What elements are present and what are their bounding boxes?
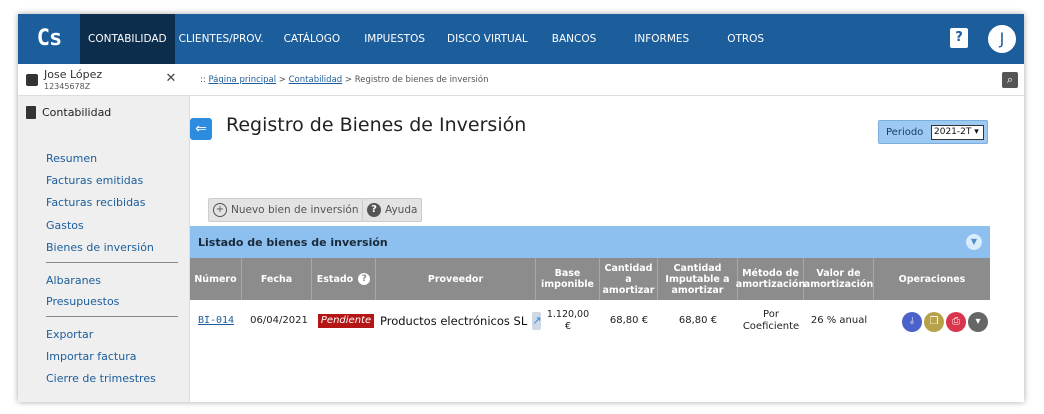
cell-valor: 26 % anual [810, 315, 868, 326]
help-label: Ayuda [385, 204, 418, 216]
nav-bancos[interactable]: BANCOS [540, 14, 623, 64]
breadcrumb-sep: > [276, 75, 289, 85]
nav-disco-virtual[interactable]: DISCO VIRTUAL [437, 14, 540, 64]
search-icon[interactable]: ⌕ [1002, 72, 1018, 88]
table-row: BI-014 06/04/2021 Pendiente Productos el… [190, 300, 990, 342]
cell-base: 1.120,00 € [546, 309, 590, 332]
new-asset-label: Nuevo bien de inversión [231, 204, 359, 216]
cell-proveedor: Productos electrónicos SL ↗ [376, 300, 542, 342]
nav-contabilidad[interactable]: CONTABILIDAD [80, 14, 175, 64]
period-label: Periodo [886, 127, 924, 138]
nav-catalogo[interactable]: CATÁLOGO [272, 14, 353, 64]
chevron-down-icon: ▾ [974, 127, 979, 137]
cell-imputable: 68,80 € [678, 315, 718, 326]
status-badge: Pendiente [317, 314, 375, 328]
sidebar-item-presupuestos[interactable]: Presupuestos [46, 295, 119, 308]
plus-circle-icon: + [213, 203, 227, 217]
sidebar-item-gastos[interactable]: Gastos [46, 219, 84, 232]
col-estado[interactable]: Estado? [312, 258, 376, 300]
col-metodo[interactable]: Método de amortización [736, 258, 805, 300]
sidebar-section-head: Contabilidad [26, 106, 111, 119]
user-box: Jose López 12345678Z ✕ [18, 64, 190, 96]
sidebar-item-albaranes[interactable]: Albaranes [46, 274, 101, 287]
copy-icon[interactable]: ❐ [924, 312, 944, 332]
document-icon [26, 106, 36, 119]
nav-otros[interactable]: OTROS [719, 14, 772, 64]
list-header: Listado de bienes de inversión ▼ [190, 226, 990, 258]
col-estado-label: Estado [316, 273, 354, 285]
new-asset-button[interactable]: + Nuevo bien de inversión [208, 198, 364, 222]
switch-user-icon[interactable]: ✕ [164, 72, 178, 86]
nav-impuestos[interactable]: IMPUESTOS [352, 14, 437, 64]
period-value: 2021-2T [934, 127, 972, 137]
breadcrumb-bar: :: Página principal > Contabilidad > Reg… [190, 64, 1024, 96]
row-number-link[interactable]: BI-014 [198, 315, 234, 327]
main-nav: CONTABILIDAD CLIENTES/PROV. CATÁLOGO IMP… [80, 14, 772, 64]
sidebar-item-exportar[interactable]: Exportar [46, 328, 93, 341]
breadcrumb-home[interactable]: Página principal [208, 75, 276, 85]
col-numero[interactable]: Número [190, 258, 242, 300]
sidebar-divider [46, 262, 178, 263]
nav-clientes-prov[interactable]: CLIENTES/PROV. [175, 14, 272, 64]
filter-icon[interactable]: ▼ [966, 234, 982, 250]
print-icon[interactable]: ⎙ [946, 312, 966, 332]
table-header: Número Fecha Estado? Proveedor Base impo… [190, 258, 990, 300]
period-selector-box: Periodo 2021-2T ▾ [878, 120, 988, 144]
more-options-icon[interactable]: ▾ [968, 312, 988, 332]
app-window: Cs CONTABILIDAD CLIENTES/PROV. CATÁLOGO … [18, 14, 1024, 402]
nav-informes[interactable]: INFORMES [622, 14, 719, 64]
sidebar-item-cierre-trimestres[interactable]: Cierre de trimestres [46, 372, 156, 385]
sidebar-item-facturas-recibidas[interactable]: Facturas recibidas [46, 196, 146, 209]
breadcrumb: :: Página principal > Contabilidad > Reg… [200, 75, 488, 85]
col-valor[interactable]: Valor de amortización [804, 258, 874, 300]
sidebar-item-bienes-inversion[interactable]: Bienes de inversión [46, 241, 154, 254]
provider-name: Productos electrónicos SL [380, 314, 528, 328]
user-id: 12345678Z [44, 82, 91, 91]
app-logo[interactable]: Cs [24, 22, 74, 56]
sidebar-item-importar-factura[interactable]: Importar factura [46, 350, 136, 363]
breadcrumb-current: Registro de bienes de inversión [354, 75, 489, 85]
question-circle-icon[interactable]: ? [358, 273, 371, 285]
avatar[interactable]: J [986, 23, 1018, 55]
question-circle-icon: ? [367, 203, 381, 217]
cell-cantidad: 68,80 € [609, 315, 649, 326]
col-proveedor[interactable]: Proveedor [376, 258, 536, 300]
breadcrumb-section[interactable]: Contabilidad [289, 75, 343, 85]
cell-fecha: 06/04/2021 [250, 315, 308, 326]
help-icon[interactable]: ? [950, 28, 968, 48]
list-title: Listado de bienes de inversión [198, 236, 388, 249]
asset-register-icon: ⇐ [190, 118, 212, 140]
attachment-icon[interactable]: ⫰ [902, 312, 922, 332]
page-title: Registro de Bienes de Inversión [226, 114, 527, 136]
sidebar-divider [46, 316, 178, 317]
user-card-icon [26, 74, 38, 86]
cell-numero: BI-014 [190, 300, 242, 342]
col-base-imponible[interactable]: Base imponible [536, 258, 600, 300]
sidebar-item-facturas-emitidas[interactable]: Facturas emitidas [46, 174, 143, 187]
breadcrumb-sep: > [342, 75, 355, 85]
col-operaciones: Operaciones [898, 273, 966, 285]
col-cantidad-imputable[interactable]: Cantidad Imputable a amortizar [658, 258, 738, 300]
cell-estado: Pendiente [316, 300, 376, 342]
sidebar-item-resumen[interactable]: Resumen [46, 152, 97, 165]
cell-metodo: Por Coeficiente [742, 309, 800, 332]
col-fecha[interactable]: Fecha [242, 258, 312, 300]
col-cantidad-amortizar[interactable]: Cantidad a amortizar [600, 258, 658, 300]
user-name: Jose López [44, 68, 103, 81]
sidebar-section-title: Contabilidad [42, 106, 112, 119]
period-select[interactable]: 2021-2T ▾ [931, 125, 984, 140]
top-navbar: Cs CONTABILIDAD CLIENTES/PROV. CATÁLOGO … [18, 14, 1024, 64]
sidebar: Jose López 12345678Z ✕ Contabilidad Resu… [18, 64, 190, 402]
help-button[interactable]: ? Ayuda [362, 198, 423, 222]
